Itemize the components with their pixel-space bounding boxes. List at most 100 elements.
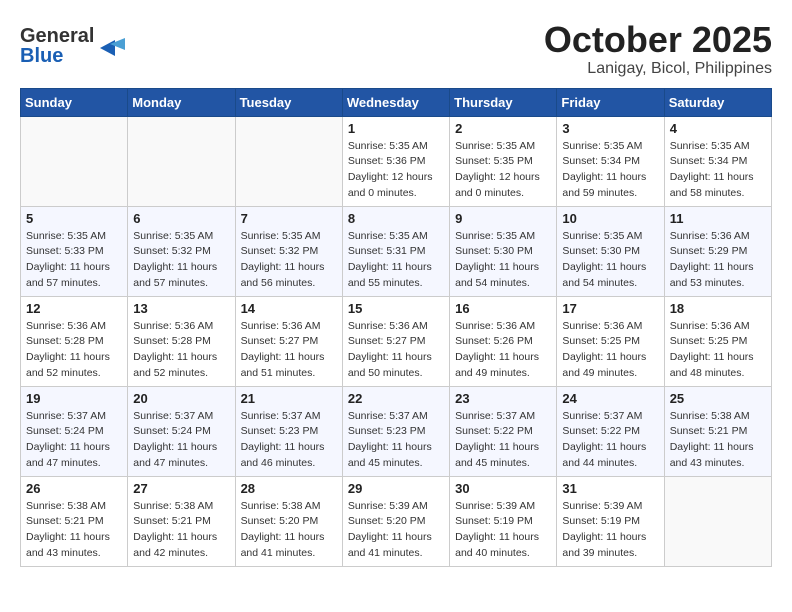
calendar-cell: 12 Sunrise: 5:36 AMSunset: 5:28 PMDayligh… [21, 296, 128, 386]
day-info: Sunrise: 5:35 AMSunset: 5:34 PMDaylight:… [670, 139, 766, 202]
weekday-header-monday: Monday [128, 88, 235, 116]
weekday-header-thursday: Thursday [450, 88, 557, 116]
day-number: 4 [670, 121, 766, 136]
day-number: 5 [26, 211, 122, 226]
day-number: 24 [562, 391, 658, 406]
day-info: Sunrise: 5:39 AMSunset: 5:19 PMDaylight:… [455, 499, 551, 562]
weekday-header-saturday: Saturday [664, 88, 771, 116]
page-header: General Blue October 2025 Lanigay, Bicol… [20, 20, 772, 78]
day-info: Sunrise: 5:38 AMSunset: 5:20 PMDaylight:… [241, 499, 337, 562]
day-number: 23 [455, 391, 551, 406]
day-info: Sunrise: 5:36 AMSunset: 5:26 PMDaylight:… [455, 319, 551, 382]
day-info: Sunrise: 5:35 AMSunset: 5:32 PMDaylight:… [241, 229, 337, 292]
weekday-header-sunday: Sunday [21, 88, 128, 116]
day-number: 17 [562, 301, 658, 316]
weekday-header-wednesday: Wednesday [342, 88, 449, 116]
day-number: 7 [241, 211, 337, 226]
calendar-cell [235, 116, 342, 206]
calendar-cell: 27 Sunrise: 5:38 AMSunset: 5:21 PMDayligh… [128, 476, 235, 566]
day-number: 27 [133, 481, 229, 496]
calendar-cell: 24Sunrise: 5:37 AMSunset: 5:22 PMDayligh… [557, 386, 664, 476]
day-info: Sunrise: 5:36 AMSunset: 5:27 PMDaylight:… [348, 319, 444, 382]
calendar-cell [664, 476, 771, 566]
day-info: Sunrise: 5:35 AMSunset: 5:35 PMDaylight:… [455, 139, 551, 202]
day-number: 2 [455, 121, 551, 136]
weekday-header-tuesday: Tuesday [235, 88, 342, 116]
calendar-cell: 6 Sunrise: 5:35 AMSunset: 5:32 PMDaylight… [128, 206, 235, 296]
calendar-cell: 2 Sunrise: 5:35 AMSunset: 5:35 PMDaylight… [450, 116, 557, 206]
day-info: Sunrise: 5:38 AMSunset: 5:21 PMDaylight:… [133, 499, 229, 562]
day-number: 29 [348, 481, 444, 496]
day-info: Sunrise: 5:37 AMSunset: 5:22 PMDaylight:… [455, 409, 551, 472]
calendar-cell [21, 116, 128, 206]
day-info: Sunrise: 5:35 AMSunset: 5:30 PMDaylight:… [562, 229, 658, 292]
day-number: 16 [455, 301, 551, 316]
calendar-cell: 23 Sunrise: 5:37 AMSunset: 5:22 PMDayligh… [450, 386, 557, 476]
day-info: Sunrise: 5:37 AMSunset: 5:23 PMDaylight:… [348, 409, 444, 472]
calendar-cell: 25 Sunrise: 5:38 AMSunset: 5:21 PMDayligh… [664, 386, 771, 476]
day-info: Sunrise: 5:35 AMSunset: 5:31 PMDaylight:… [348, 229, 444, 292]
day-number: 1 [348, 121, 444, 136]
day-number: 3 [562, 121, 658, 136]
calendar-cell: 21 Sunrise: 5:37 AMSunset: 5:23 PMDayligh… [235, 386, 342, 476]
calendar-cell: 5 Sunrise: 5:35 AMSunset: 5:33 PMDaylight… [21, 206, 128, 296]
day-number: 22 [348, 391, 444, 406]
calendar-cell: 31Sunrise: 5:39 AMSunset: 5:19 PMDayligh… [557, 476, 664, 566]
weekday-header-row: SundayMondayTuesdayWednesdayThursdayFrid… [21, 88, 772, 116]
day-info: Sunrise: 5:37 AMSunset: 5:23 PMDaylight:… [241, 409, 337, 472]
calendar-cell: 29 Sunrise: 5:39 AMSunset: 5:20 PMDayligh… [342, 476, 449, 566]
calendar-week-2: 5 Sunrise: 5:35 AMSunset: 5:33 PMDaylight… [21, 206, 772, 296]
day-number: 31 [562, 481, 658, 496]
day-number: 19 [26, 391, 122, 406]
day-info: Sunrise: 5:36 AMSunset: 5:25 PMDaylight:… [670, 319, 766, 382]
day-number: 15 [348, 301, 444, 316]
svg-text:General: General [20, 25, 94, 47]
day-number: 28 [241, 481, 337, 496]
day-info: Sunrise: 5:35 AMSunset: 5:30 PMDaylight:… [455, 229, 551, 292]
calendar-cell: 30 Sunrise: 5:39 AMSunset: 5:19 PMDayligh… [450, 476, 557, 566]
month-title: October 2025 [544, 20, 772, 60]
calendar-cell: 4 Sunrise: 5:35 AMSunset: 5:34 PMDaylight… [664, 116, 771, 206]
calendar-cell: 22 Sunrise: 5:37 AMSunset: 5:23 PMDayligh… [342, 386, 449, 476]
calendar-cell: 26Sunrise: 5:38 AMSunset: 5:21 PMDayligh… [21, 476, 128, 566]
calendar-cell: 1Sunrise: 5:35 AMSunset: 5:36 PMDaylight… [342, 116, 449, 206]
day-info: Sunrise: 5:38 AMSunset: 5:21 PMDaylight:… [26, 499, 122, 562]
calendar-cell: 7 Sunrise: 5:35 AMSunset: 5:32 PMDaylight… [235, 206, 342, 296]
calendar-cell: 16 Sunrise: 5:36 AMSunset: 5:26 PMDayligh… [450, 296, 557, 386]
calendar-cell: 19Sunrise: 5:37 AMSunset: 5:24 PMDayligh… [21, 386, 128, 476]
location-title: Lanigay, Bicol, Philippines [544, 60, 772, 78]
calendar-cell: 3Sunrise: 5:35 AMSunset: 5:34 PMDaylight… [557, 116, 664, 206]
calendar-cell: 15 Sunrise: 5:36 AMSunset: 5:27 PMDayligh… [342, 296, 449, 386]
calendar-cell: 11Sunrise: 5:36 AMSunset: 5:29 PMDayligh… [664, 206, 771, 296]
day-number: 8 [348, 211, 444, 226]
day-info: Sunrise: 5:35 AMSunset: 5:33 PMDaylight:… [26, 229, 122, 292]
day-info: Sunrise: 5:36 AMSunset: 5:29 PMDaylight:… [670, 229, 766, 292]
calendar-cell: 20Sunrise: 5:37 AMSunset: 5:24 PMDayligh… [128, 386, 235, 476]
day-number: 18 [670, 301, 766, 316]
calendar-cell: 28 Sunrise: 5:38 AMSunset: 5:20 PMDayligh… [235, 476, 342, 566]
day-info: Sunrise: 5:36 AMSunset: 5:28 PMDaylight:… [133, 319, 229, 382]
calendar-week-1: 1Sunrise: 5:35 AMSunset: 5:36 PMDaylight… [21, 116, 772, 206]
day-info: Sunrise: 5:36 AMSunset: 5:27 PMDaylight:… [241, 319, 337, 382]
day-number: 21 [241, 391, 337, 406]
calendar-week-4: 19Sunrise: 5:37 AMSunset: 5:24 PMDayligh… [21, 386, 772, 476]
day-number: 25 [670, 391, 766, 406]
calendar-table: SundayMondayTuesdayWednesdayThursdayFrid… [20, 88, 772, 567]
calendar-cell: 17 Sunrise: 5:36 AMSunset: 5:25 PMDayligh… [557, 296, 664, 386]
day-number: 20 [133, 391, 229, 406]
day-info: Sunrise: 5:36 AMSunset: 5:25 PMDaylight:… [562, 319, 658, 382]
calendar-cell: 13Sunrise: 5:36 AMSunset: 5:28 PMDayligh… [128, 296, 235, 386]
calendar-cell: 8 Sunrise: 5:35 AMSunset: 5:31 PMDaylight… [342, 206, 449, 296]
day-info: Sunrise: 5:38 AMSunset: 5:21 PMDaylight:… [670, 409, 766, 472]
calendar-cell [128, 116, 235, 206]
calendar-week-5: 26Sunrise: 5:38 AMSunset: 5:21 PMDayligh… [21, 476, 772, 566]
day-number: 12 [26, 301, 122, 316]
calendar-cell: 10Sunrise: 5:35 AMSunset: 5:30 PMDayligh… [557, 206, 664, 296]
day-number: 14 [241, 301, 337, 316]
day-info: Sunrise: 5:35 AMSunset: 5:32 PMDaylight:… [133, 229, 229, 292]
day-info: Sunrise: 5:39 AMSunset: 5:20 PMDaylight:… [348, 499, 444, 562]
day-number: 6 [133, 211, 229, 226]
day-info: Sunrise: 5:36 AMSunset: 5:28 PMDaylight:… [26, 319, 122, 382]
day-number: 30 [455, 481, 551, 496]
title-block: October 2025 Lanigay, Bicol, Philippines [544, 20, 772, 78]
